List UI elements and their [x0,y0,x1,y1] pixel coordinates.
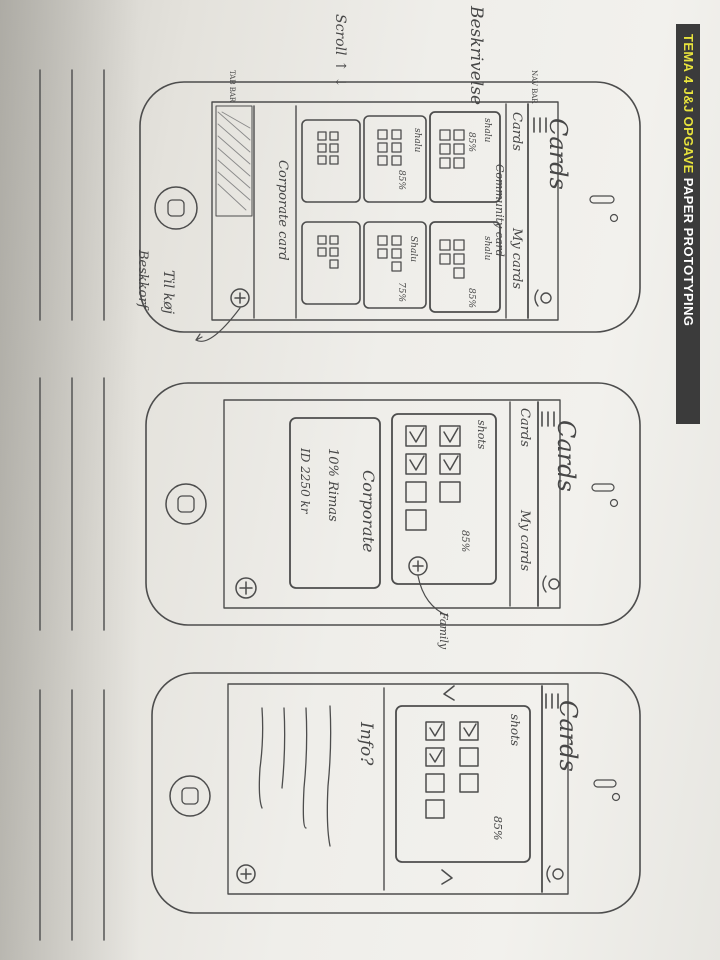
corporate-line-2: ID 2250 kr [298,448,312,514]
note-tab-bar: TAB BAR [228,70,236,103]
note-fast-korf: Beskkorf [135,250,150,309]
card-stamp-squares [425,721,479,819]
info-text-lines [258,705,332,847]
annotation-arrowhead [195,333,203,341]
phone-2-segment-my-cards[interactable]: My cards [517,510,532,571]
card-name: shalu [412,128,422,153]
person-icon[interactable] [546,865,564,883]
card-tile[interactable] [363,221,427,309]
speaker-icon [591,483,615,492]
info-label: Info? [356,722,376,766]
phone-2-home-button[interactable] [165,483,207,525]
home-square-icon [181,787,199,805]
tab-bar-scribble [217,111,251,211]
phone-3-home-button[interactable] [169,775,211,817]
phone-2-segment-cards[interactable]: Cards [517,408,532,447]
home-square-icon [177,495,195,513]
speaker-icon [593,779,617,788]
card-badge: 75% [396,282,406,303]
card-name: Shalu [408,236,418,263]
phone-1-home-button[interactable] [154,186,198,230]
corporate-title: Corporate [359,470,378,553]
card-tile[interactable] [301,221,361,305]
note-nav-bar: NAV BAR [530,70,538,104]
camera-icon [611,792,621,802]
person-icon[interactable] [534,289,552,307]
card-name: shalu [482,118,492,143]
plus-circle-icon[interactable] [236,864,256,884]
card-badge: 85% [466,132,476,153]
plus-circle-icon[interactable] [230,288,250,308]
ruled-lines [39,69,105,941]
note-scroll: Scroll ↑ ↓ [332,14,348,88]
camera-icon [609,213,619,223]
annotation-arrow [195,307,241,342]
card-badge: 85% [466,288,476,309]
card-title: Community card [493,164,506,257]
card-badge: 85% [459,530,470,553]
plus-circle-icon[interactable] [235,577,257,599]
phone-3-title: Cards [554,700,582,772]
home-square-icon [167,199,185,217]
card-name: shalu [482,236,492,261]
card-badge: 85% [491,816,504,841]
card-stamp-squares [405,425,461,531]
note-beskrivelse: Beskrivelse [466,6,486,106]
annotation-arrow [417,575,449,617]
chevron-left-icon[interactable] [443,685,455,701]
camera-icon [609,498,619,508]
corporate-line-1: 10% Rimas [325,448,340,522]
card-name: shots [475,420,488,450]
card-name: shots [508,714,522,747]
phone-1-segment-my-cards[interactable]: My cards [509,228,524,289]
note-family: Family [437,612,450,650]
person-icon[interactable] [542,575,560,593]
phone-1-title: Cards [544,118,572,190]
chevron-right-icon[interactable] [441,869,453,885]
card-stamp-squares [317,129,465,279]
plus-circle-icon[interactable] [408,556,428,576]
card-badge: 85% [396,170,406,191]
phone-2-title: Cards [552,420,580,492]
note-til-koj: Til køj [160,270,176,314]
corporate-card-label[interactable]: Corporate card [275,160,290,261]
phone-1-segment-cards[interactable]: Cards [509,112,524,151]
speaker-icon [589,195,615,204]
